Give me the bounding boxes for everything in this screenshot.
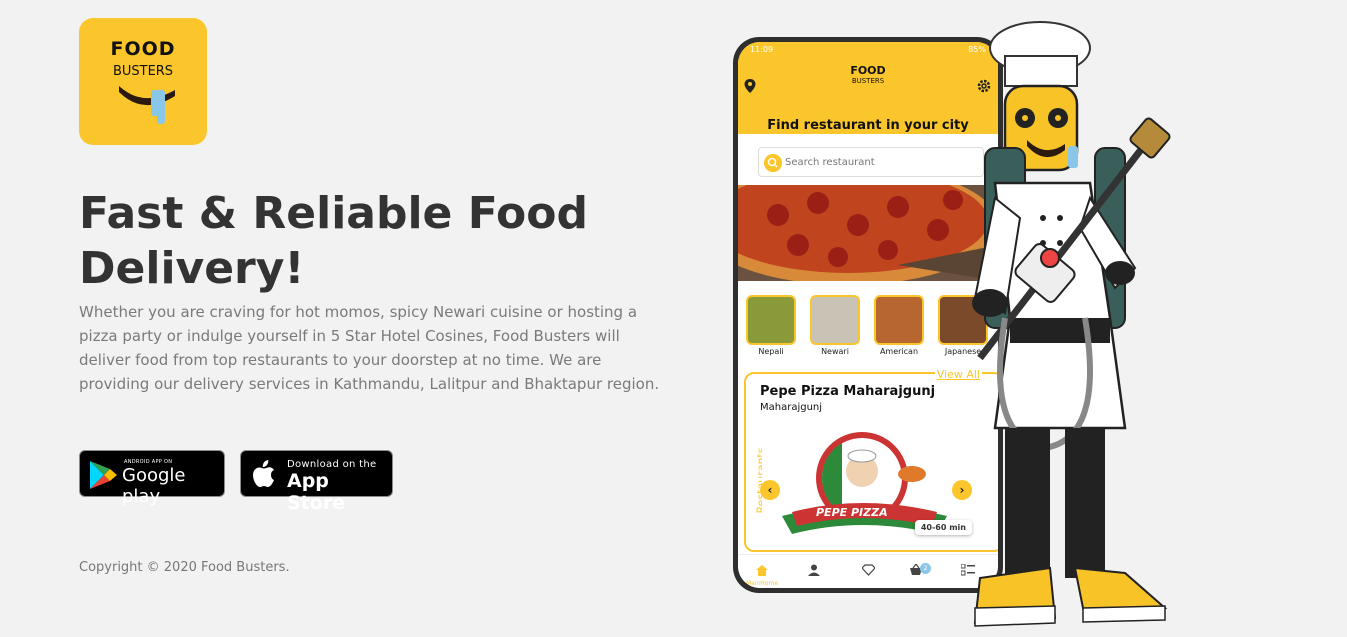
category-nepali[interactable]: Nepali — [746, 295, 796, 356]
tab-home[interactable]: MainHome — [742, 561, 782, 587]
delivery-time-badge: 40-60 min — [914, 520, 972, 535]
tab-home-label: MainHome — [745, 580, 779, 587]
cart-count-badge: 2 — [920, 563, 931, 574]
status-time: 11:09 — [750, 45, 774, 54]
find-restaurant-title: Find restaurant in your city — [767, 118, 969, 133]
restaurant-name: Pepe Pizza Maharajgunj — [760, 384, 936, 399]
search-input[interactable] — [785, 152, 975, 172]
bottom-tab-bar: MainHome 2 — [738, 554, 998, 588]
category-image — [810, 295, 860, 345]
category-label: Nepali — [758, 347, 784, 356]
category-newari[interactable]: Newari — [810, 295, 860, 356]
user-icon — [808, 564, 820, 576]
category-american[interactable]: American — [874, 295, 924, 356]
phone-screen: 11:09 85% FOOD BUSTERS Find restaurant i… — [738, 42, 998, 588]
tab-cart[interactable]: 2 — [896, 561, 936, 580]
diamond-icon — [860, 564, 876, 576]
app-header: 11:09 85% FOOD BUSTERS Find restaurant i… — [738, 42, 998, 134]
google-play-label: Google play — [122, 465, 186, 507]
search-icon — [764, 154, 782, 172]
location-pin-icon[interactable] — [743, 78, 757, 94]
hero-headline: Fast & Reliable Food Delivery! — [79, 188, 588, 294]
pizza-image — [738, 185, 998, 281]
app-logo-busters: BUSTERS — [851, 77, 885, 85]
carousel-prev-button[interactable]: ‹ — [760, 480, 780, 500]
app-store-button[interactable]: Download on the App Store — [240, 450, 393, 514]
pizza-banner-image[interactable] — [738, 185, 998, 281]
logo-word-food: FOOD — [110, 38, 176, 60]
status-bar: 11:09 85% — [738, 42, 998, 62]
apple-icon — [253, 460, 274, 487]
category-list: Nepali Newari American Japanese — [746, 295, 998, 357]
restaurant-area: Maharajgunj — [760, 402, 823, 413]
google-play-button[interactable]: ANDROID APP ON Google play — [79, 450, 225, 507]
category-image — [746, 295, 796, 345]
app-store-small-label: Download on the — [287, 459, 377, 470]
restaurant-card[interactable]: View All Restaurants Pepe Pizza Maharajg… — [744, 368, 998, 552]
category-image — [874, 295, 924, 345]
app-logo-food: FOOD — [850, 64, 886, 77]
brand-logo[interactable]: FOOD BUSTERS — [79, 18, 207, 145]
chef-mascot-illustration — [972, 21, 1171, 627]
home-icon — [756, 565, 768, 576]
category-label: Newari — [821, 347, 849, 356]
restaurant-logo-text: PEPE PIZZA — [816, 506, 888, 519]
phone-mockup: 11:09 85% FOOD BUSTERS Find restaurant i… — [733, 37, 1003, 593]
tab-offers[interactable] — [848, 561, 888, 580]
google-play-icon — [90, 461, 117, 489]
tab-profile[interactable] — [794, 561, 834, 580]
hero-description: Whether you are craving for hot momos, s… — [79, 303, 660, 393]
category-label: American — [879, 347, 919, 356]
logo-word-busters: BUSTERS — [112, 64, 174, 79]
copyright-text: Copyright © 2020 Food Busters. — [79, 560, 290, 575]
app-store-label: App Store — [287, 470, 346, 514]
search-bar[interactable] — [758, 147, 984, 177]
